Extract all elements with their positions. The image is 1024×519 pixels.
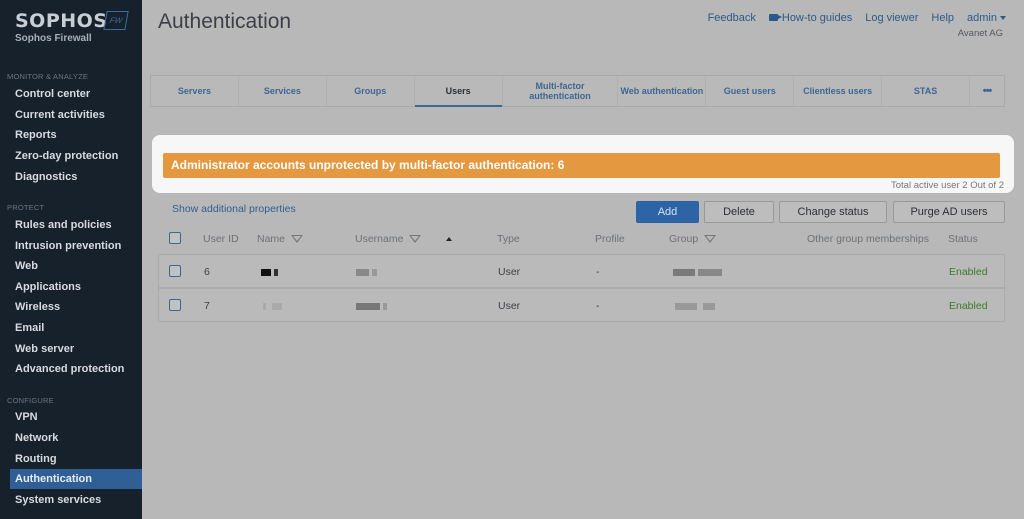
tab-stas[interactable]: STAS	[882, 76, 971, 106]
tab-services[interactable]: Services	[239, 76, 327, 106]
username-redacted	[356, 255, 377, 289]
col-user-id[interactable]: User ID	[203, 228, 239, 254]
sidebar-item-diagnostics[interactable]: Diagnostics	[10, 167, 142, 187]
sidebar-item-applications[interactable]: Applications	[10, 277, 142, 297]
col-profile[interactable]: Profile	[595, 228, 625, 254]
sidebar-item-zero-day-protection[interactable]: Zero-day protection	[10, 146, 142, 166]
row-checkbox[interactable]	[169, 299, 181, 311]
tab-multi-factor-authentication[interactable]: Multi-factor authentication	[503, 76, 619, 106]
col-username[interactable]: Username	[355, 228, 422, 254]
video-camera-icon	[768, 14, 782, 21]
sort-ascending-icon[interactable]	[446, 227, 452, 253]
help-link[interactable]: Help	[931, 12, 954, 24]
sidebar-item-system-services[interactable]: System services	[10, 490, 142, 510]
how-to-guides-link[interactable]: How-to guides	[768, 12, 852, 24]
user-id: 7	[204, 300, 210, 312]
log-viewer-link[interactable]: Log viewer	[865, 12, 918, 24]
organization-name: Avanet AG	[957, 28, 1003, 39]
tab-bar: Servers Services Groups Users Multi-fact…	[150, 75, 1005, 107]
tab-guest-users[interactable]: Guest users	[706, 76, 795, 106]
sidebar-item-routing[interactable]: Routing	[10, 449, 142, 469]
sidebar-item-intrusion-prevention[interactable]: Intrusion prevention	[10, 236, 142, 256]
tab-servers[interactable]: Servers	[151, 76, 239, 106]
filter-icon[interactable]	[291, 235, 304, 244]
table-row[interactable]: 7 User - Enabled	[158, 288, 1005, 322]
select-all-checkbox[interactable]	[169, 232, 181, 244]
more-tabs-icon[interactable]: •••	[970, 76, 1004, 106]
active-user-summary: Total active user 2 Out of 2	[890, 180, 1004, 191]
sidebar-item-authentication[interactable]: Authentication	[10, 469, 142, 489]
sidebar-item-current-activities[interactable]: Current activities	[10, 105, 142, 125]
user-type: User	[498, 266, 521, 278]
col-group[interactable]: Group	[669, 228, 717, 254]
section-protect: PROTECT	[7, 203, 45, 212]
add-button[interactable]: Add	[636, 201, 699, 223]
sidebar-item-email[interactable]: Email	[10, 318, 142, 338]
sidebar-item-reports[interactable]: Reports	[10, 125, 142, 145]
show-additional-properties-link[interactable]: Show additional properties	[172, 203, 296, 215]
tab-users[interactable]: Users	[414, 76, 503, 107]
tab-clientless-users[interactable]: Clientless users	[794, 76, 883, 106]
sidebar-item-control-center[interactable]: Control center	[10, 84, 142, 104]
alert-panel: Administrator accounts unprotected by mu…	[152, 135, 1014, 193]
user-name-redacted	[263, 289, 282, 323]
delete-button[interactable]: Delete	[704, 201, 774, 223]
group-redacted	[675, 289, 715, 323]
filter-icon[interactable]	[704, 235, 717, 244]
caret-down-icon	[1000, 16, 1006, 21]
sidebar-item-vpn[interactable]: VPN	[10, 407, 142, 427]
user-profile: -	[596, 300, 600, 312]
status-badge: Enabled	[949, 266, 988, 278]
sidebar-item-network[interactable]: Network	[10, 428, 142, 448]
tab-groups[interactable]: Groups	[327, 76, 415, 106]
section-monitor-analyze: MONITOR & ANALYZE	[7, 72, 89, 81]
col-other-group-memberships[interactable]: Other group memberships	[807, 228, 929, 254]
table-row[interactable]: 6 User - Enabled	[158, 254, 1005, 288]
user-type: User	[498, 300, 521, 312]
col-name[interactable]: Name	[257, 228, 304, 254]
sidebar-item-wireless[interactable]: Wireless	[10, 297, 142, 317]
table-header: User ID Name Username Type Profile Group…	[158, 228, 1005, 254]
section-configure: CONFIGURE	[7, 396, 54, 405]
sidebar-item-web[interactable]: Web	[10, 256, 142, 276]
admin-menu[interactable]: admin	[967, 12, 1006, 24]
username-redacted	[356, 289, 387, 323]
sophos-logo[interactable]: SOPHOS FW Sophos Firewall	[15, 10, 129, 44]
brand-name: SOPHOS	[15, 10, 108, 32]
sidebar-item-advanced-protection[interactable]: Advanced protection	[10, 359, 142, 379]
status-badge: Enabled	[949, 300, 988, 312]
feedback-link[interactable]: Feedback	[708, 12, 756, 24]
user-name-redacted	[261, 255, 278, 289]
col-type[interactable]: Type	[497, 228, 520, 254]
page-title: Authentication	[158, 10, 292, 33]
filter-icon[interactable]	[409, 235, 422, 244]
change-status-button[interactable]: Change status	[779, 201, 887, 223]
user-id: 6	[204, 266, 210, 278]
product-name: Sophos Firewall	[15, 33, 92, 44]
sidebar: SOPHOS FW Sophos Firewall MONITOR & ANAL…	[0, 0, 142, 519]
sidebar-item-web-server[interactable]: Web server	[10, 339, 142, 359]
user-profile: -	[596, 266, 600, 278]
mfa-warning-banner: Administrator accounts unprotected by mu…	[163, 153, 1000, 178]
firewall-badge-icon: FW	[103, 11, 129, 30]
group-redacted	[673, 255, 722, 289]
sidebar-item-rules-and-policies[interactable]: Rules and policies	[10, 215, 142, 235]
top-links: Feedback How-to guides Log viewer Help a…	[708, 12, 1006, 24]
purge-ad-users-button[interactable]: Purge AD users	[893, 201, 1005, 223]
row-checkbox[interactable]	[169, 265, 181, 277]
col-status[interactable]: Status	[948, 228, 978, 254]
tab-web-authentication[interactable]: Web authentication	[618, 76, 707, 106]
